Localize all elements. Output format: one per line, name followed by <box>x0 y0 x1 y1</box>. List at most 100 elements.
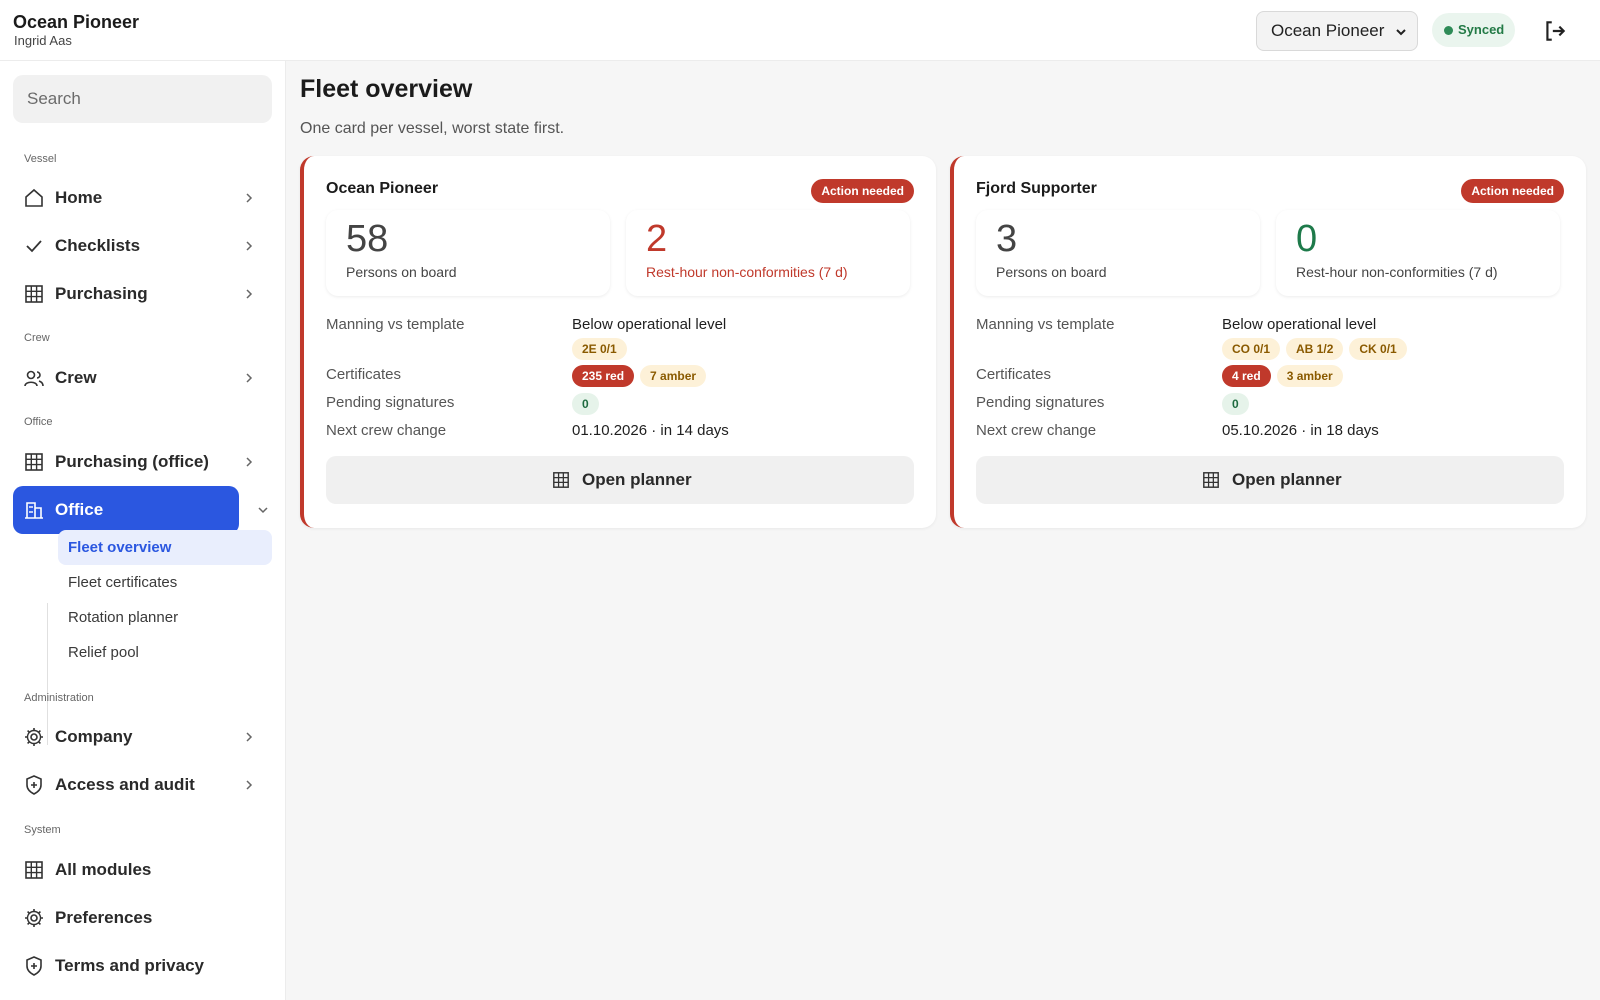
page-title: Fleet overview <box>300 75 473 103</box>
vessel-select-value: Ocean Pioneer <box>1271 21 1385 40</box>
nonconformities-stat: 0 Rest-hour non-conformities (7 d) <box>1276 210 1560 296</box>
grid-icon <box>25 285 43 303</box>
vessel-select[interactable]: Ocean Pioneer <box>1256 11 1418 51</box>
sidebar-item-label: Office <box>55 500 104 519</box>
manning-value: Below operational level <box>1222 316 1377 333</box>
manning-chips: CO 0/1 AB 1/2 CK 0/1 <box>1222 338 1413 360</box>
sidebar-item-terms[interactable]: Terms and privacy <box>13 942 239 990</box>
manning-chips: 2E 0/1 <box>572 338 633 360</box>
cert-red-chip: 235 red <box>572 365 635 387</box>
persons-on-board-stat: 58 Persons on board <box>326 210 610 296</box>
certificates-label: Certificates <box>976 366 1052 383</box>
sidebar-item-label: Preferences <box>55 908 153 927</box>
subnav-item-fleet-certificates[interactable]: Fleet certificates <box>58 565 272 600</box>
section-label-system: System <box>24 824 61 836</box>
manning-value: Below operational level <box>572 316 727 333</box>
manning-label: Manning vs template <box>326 316 465 333</box>
current-user: Ingrid Aas <box>14 33 72 48</box>
certificates-label: Certificates <box>326 366 402 383</box>
chevron-right-icon <box>246 780 253 790</box>
persons-on-board-label: Persons on board <box>996 264 1107 280</box>
sidebar-item-label: Checklists <box>55 236 141 255</box>
nonconformities-label: Rest-hour non-conformities (7 d) <box>646 264 848 280</box>
vessel-name: Ocean Pioneer <box>326 180 439 197</box>
chevron-down-icon <box>1396 29 1406 36</box>
sidebar-item-label: Access and audit <box>55 775 195 794</box>
sidebar-item-purchasing[interactable]: Purchasing <box>13 270 253 318</box>
sidebar-item-purchasing-office[interactable]: Purchasing (office) <box>13 438 253 486</box>
home-icon <box>25 188 43 207</box>
chevron-right-icon <box>246 732 253 742</box>
vessel-card: Ocean Pioneer Action needed 58 Persons o… <box>300 156 936 528</box>
open-planner-label: Open planner <box>1232 470 1342 489</box>
persons-on-board-value: 58 <box>346 218 389 260</box>
sidebar-item-home[interactable]: Home <box>13 174 253 222</box>
subnav-item-fleet-overview[interactable]: Fleet overview <box>58 530 272 565</box>
sidebar-item-label: All modules <box>55 860 152 879</box>
sidebar-item-all-modules[interactable]: All modules <box>13 846 239 894</box>
section-label-office: Office <box>24 416 53 428</box>
cert-amber-chip: 7 amber <box>640 365 707 387</box>
shield-icon <box>26 956 42 976</box>
chevron-right-icon <box>246 193 253 203</box>
sidebar: Vessel Home Checklists Purchasing Crew C… <box>0 61 286 1000</box>
certificate-chips: 4 red 3 amber <box>1222 365 1349 387</box>
pending-signatures-label: Pending signatures <box>976 394 1105 411</box>
nonconformities-value: 2 <box>646 218 668 260</box>
users-icon <box>24 370 44 387</box>
sidebar-item-checklists[interactable]: Checklists <box>13 222 253 270</box>
sidebar-item-office[interactable]: Office <box>13 486 268 534</box>
manning-label: Manning vs template <box>976 316 1115 333</box>
shield-icon <box>26 775 42 795</box>
sidebar-item-label: Purchasing (office) <box>55 452 209 471</box>
nonconformities-value: 0 <box>1296 218 1318 260</box>
open-planner-button[interactable]: Open planner <box>976 456 1564 504</box>
section-label-administration: Administration <box>24 692 94 704</box>
pending-signatures-chip: 0 <box>1222 393 1249 415</box>
manning-chip: CK 0/1 <box>1349 338 1407 360</box>
next-crew-change-label: Next crew change <box>976 422 1097 439</box>
sidebar-item-label: Terms and privacy <box>55 956 204 975</box>
grid-icon <box>553 472 569 488</box>
building-icon <box>25 502 43 519</box>
persons-on-board-value: 3 <box>996 218 1018 260</box>
section-label-crew: Crew <box>24 332 50 344</box>
manning-chip: 2E 0/1 <box>572 338 627 360</box>
certificate-chips: 235 red 7 amber <box>572 365 712 387</box>
top-bar: Ocean Pioneer Ingrid Aas Ocean Pioneer S… <box>0 0 1600 61</box>
next-crew-change-value: 01.10.2026 · in 14 days <box>572 422 729 439</box>
chevron-down-icon <box>258 507 268 514</box>
open-planner-button[interactable]: Open planner <box>326 456 914 504</box>
pending-signatures-chip: 0 <box>572 393 599 415</box>
next-crew-change-value: 05.10.2026 · in 18 days <box>1222 422 1379 439</box>
sidebar-item-crew[interactable]: Crew <box>13 354 253 402</box>
cert-red-chip: 4 red <box>1222 365 1271 387</box>
nonconformities-stat: 2 Rest-hour non-conformities (7 d) <box>626 210 910 296</box>
sidebar-item-label: Company <box>55 727 133 746</box>
search-input[interactable] <box>13 75 272 123</box>
sidebar-item-company[interactable]: Company <box>13 713 253 761</box>
sidebar-item-label: Home <box>55 188 103 207</box>
gear-icon <box>25 909 43 927</box>
gear-icon <box>25 728 43 746</box>
manning-chip: CO 0/1 <box>1222 338 1281 360</box>
status-badge: Action needed <box>1461 179 1564 203</box>
subnav-item-rotation-planner[interactable]: Rotation planner <box>58 600 272 635</box>
pending-chips: 0 <box>1222 393 1255 415</box>
cert-amber-chip: 3 amber <box>1276 365 1343 387</box>
subnav-item-relief-pool[interactable]: Relief pool <box>58 635 272 670</box>
next-crew-change-label: Next crew change <box>326 422 447 439</box>
manning-chip: AB 1/2 <box>1286 338 1344 360</box>
sync-status-label: Synced <box>1458 22 1505 37</box>
vessel-name: Fjord Supporter <box>976 180 1097 197</box>
pending-chips: 0 <box>572 393 605 415</box>
section-label-vessel: Vessel <box>24 153 57 165</box>
pending-signatures-label: Pending signatures <box>326 394 455 411</box>
sidebar-item-label: Purchasing <box>55 284 148 303</box>
sidebar-item-label: Crew <box>55 368 97 387</box>
grid-icon <box>1203 472 1219 488</box>
grid-icon <box>25 453 43 471</box>
sidebar-item-preferences[interactable]: Preferences <box>13 894 239 942</box>
sidebar-item-access-audit[interactable]: Access and audit <box>13 761 253 809</box>
logout-icon[interactable] <box>1542 18 1568 44</box>
